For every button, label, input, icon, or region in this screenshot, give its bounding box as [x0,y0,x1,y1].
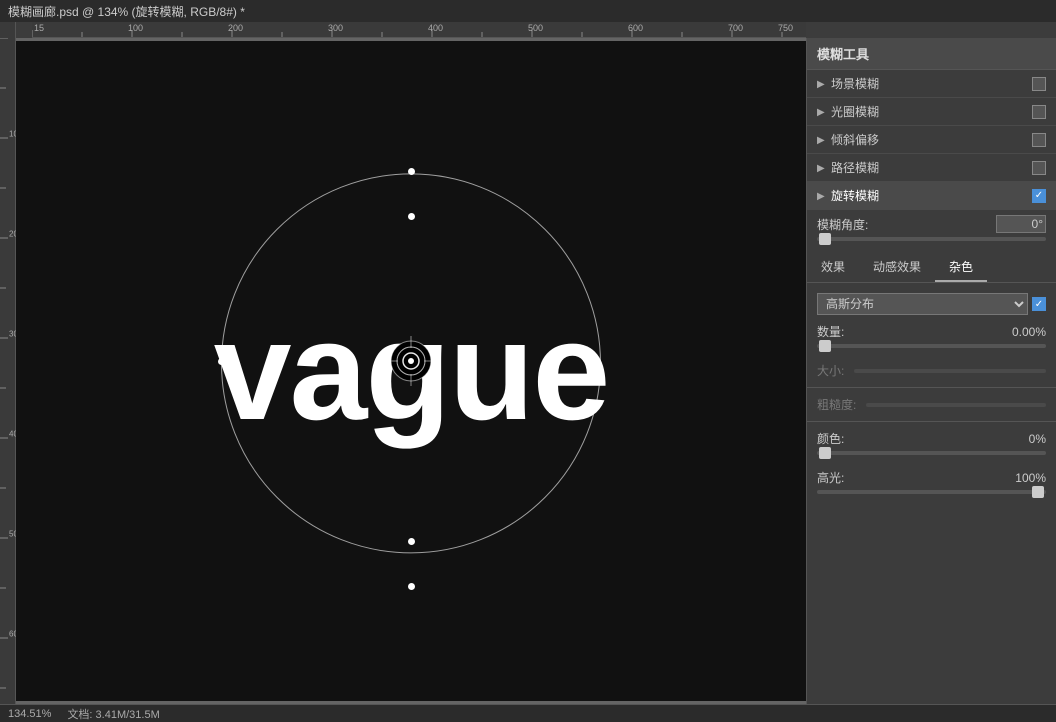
svg-text:100: 100 [128,23,143,33]
distribution-checkbox[interactable] [1032,297,1046,311]
tool-checkbox-path[interactable] [1032,161,1046,175]
tool-checkbox-scene[interactable] [1032,77,1046,91]
control-point-top2[interactable] [408,213,415,220]
blur-angle-row: 模糊角度: 0° [807,210,1056,235]
color-slider-row [817,451,1046,461]
expand-arrow-spin: ▶ [817,191,827,201]
tool-label-tilt: 倾斜偏移 [831,131,1032,148]
title-text: 模糊画廊.psd @ 134% (旋转模糊, RGB/8#) * [8,3,245,20]
amount-label: 数量: [817,323,844,340]
svg-text:500: 500 [528,23,543,33]
blur-angle-label: 模糊角度: [817,216,868,233]
tool-row-aperture[interactable]: ▶ 光圈模糊 [807,98,1056,126]
svg-text:100: 100 [9,130,16,139]
ruler-v-marks: 40 100 200 300 400 500 600 [0,38,16,698]
control-point-bottom[interactable] [408,538,415,545]
canvas: vague [16,41,806,701]
amount-value: 0.00% [1001,325,1046,339]
blur-angle-slider[interactable] [817,237,1046,241]
tool-row-scene[interactable]: ▶ 场景模糊 [807,70,1056,98]
amount-thumb[interactable] [819,340,831,352]
right-panel: 模糊工具 ▶ 场景模糊 ▶ 光圈模糊 ▶ 倾斜偏移 ▶ 路径模糊 ▶ 旋转模糊 [806,38,1056,704]
tool-checkbox-spin[interactable] [1032,189,1046,203]
highlight-value: 100% [1001,471,1046,485]
document-info: 文档: 3.41M/31.5M [67,706,159,722]
svg-text:700: 700 [728,23,743,33]
roughness-label: 粗糙度: [817,396,856,413]
expand-arrow-path: ▶ [817,163,827,173]
svg-text:200: 200 [9,230,16,239]
size-row: 大小: [807,358,1056,383]
control-point-bottom2[interactable] [408,583,415,590]
tab-effects[interactable]: 效果 [807,253,859,282]
main-area: 40 100 200 300 400 500 600 vague [0,38,1056,704]
expand-arrow-tilt: ▶ [817,135,827,145]
distribution-select[interactable]: 高斯分布 均匀分布 [817,293,1028,315]
svg-text:600: 600 [9,630,16,639]
divider2 [807,421,1056,422]
blur-angle-thumb[interactable] [819,233,831,245]
expand-arrow-scene: ▶ [817,79,827,89]
svg-text:200: 200 [228,23,243,33]
highlight-thumb[interactable] [1032,486,1044,498]
highlight-label: 高光: [817,469,844,486]
color-label: 颜色: [817,430,844,447]
control-point-left[interactable] [218,358,225,365]
roughness-field [866,403,1046,407]
svg-text:300: 300 [328,23,343,33]
svg-text:600: 600 [628,23,643,33]
zoom-level: 134.51% [8,708,51,720]
divider1 [807,387,1056,388]
tab-motion[interactable]: 动感效果 [859,253,935,282]
svg-text:500: 500 [9,530,16,539]
blur-angle-slider-row [807,235,1056,245]
tabs-row: 效果 动感效果 杂色 [807,253,1056,283]
svg-text:15: 15 [34,23,44,33]
svg-text:400: 400 [9,430,16,439]
color-slider[interactable] [817,451,1046,455]
amount-slider-row [817,344,1046,354]
tool-checkbox-aperture[interactable] [1032,105,1046,119]
blur-angle-input[interactable]: 0° [996,215,1046,233]
tool-label-aperture: 光圈模糊 [831,103,1032,120]
canvas-text: vague [214,290,609,452]
ruler-vertical: 40 100 200 300 400 500 600 [0,38,16,704]
tab-noise[interactable]: 杂色 [935,253,987,282]
color-thumb[interactable] [819,447,831,459]
tool-row-tilt[interactable]: ▶ 倾斜偏移 [807,126,1056,154]
svg-text:300: 300 [9,330,16,339]
roughness-row: 粗糙度: [807,392,1056,417]
amount-row: 数量: 0.00% [807,319,1056,344]
control-point-top[interactable] [408,168,415,175]
noise-section: 高斯分布 均匀分布 数量: 0.00% 大小: [807,283,1056,704]
ruler-marks: 15 100 200 300 400 500 600 700 750 [32,22,806,38]
amount-slider[interactable] [817,344,1046,348]
size-label: 大小: [817,362,844,379]
color-row: 颜色: 0% [807,426,1056,451]
tool-label-scene: 场景模糊 [831,75,1032,92]
svg-text:750: 750 [778,23,793,33]
tool-row-path[interactable]: ▶ 路径模糊 [807,154,1056,182]
expand-arrow-aperture: ▶ [817,107,827,117]
ruler-horizontal: 15 100 200 300 400 500 600 700 750 [32,22,806,38]
size-field [854,369,1046,373]
tool-label-path: 路径模糊 [831,159,1032,176]
highlight-slider[interactable] [817,490,1046,494]
svg-text:400: 400 [428,23,443,33]
color-value: 0% [1001,432,1046,446]
tool-checkbox-tilt[interactable] [1032,133,1046,147]
highlight-slider-row [817,490,1046,500]
status-bar: 134.51% 文档: 3.41M/31.5M [0,704,1056,722]
panel-title: 模糊工具 [807,38,1056,70]
title-bar: 模糊画廊.psd @ 134% (旋转模糊, RGB/8#) * [0,0,1056,22]
highlight-row: 高光: 100% [807,465,1056,490]
distribution-row: 高斯分布 均匀分布 [807,289,1056,319]
tool-label-spin: 旋转模糊 [831,187,1032,204]
tool-row-spin[interactable]: ▶ 旋转模糊 [807,182,1056,210]
canvas-area[interactable]: vague [16,38,806,704]
